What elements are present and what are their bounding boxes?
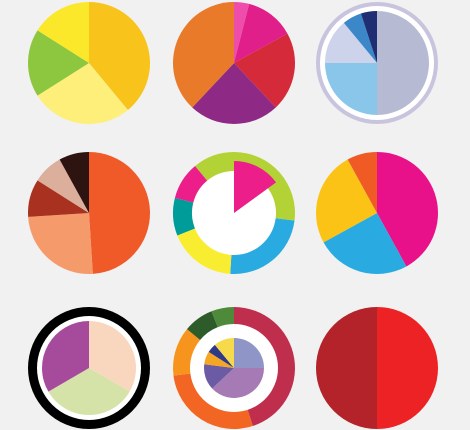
pie-icon-red (316, 307, 438, 429)
donut-icon-multicolor (172, 152, 295, 274)
donut-icon-nested (172, 306, 295, 429)
pie-icon-blue-ring (316, 2, 438, 124)
pie-icon-orange (28, 152, 151, 274)
pie-icon-warm (173, 2, 295, 125)
pie-icon-pastel-black-ring (28, 307, 150, 429)
icon-grid (28, 2, 438, 429)
pie-chart-icon-set (0, 0, 470, 430)
pie-icon-bright (315, 152, 438, 274)
pie-icon-yellow (28, 2, 150, 124)
